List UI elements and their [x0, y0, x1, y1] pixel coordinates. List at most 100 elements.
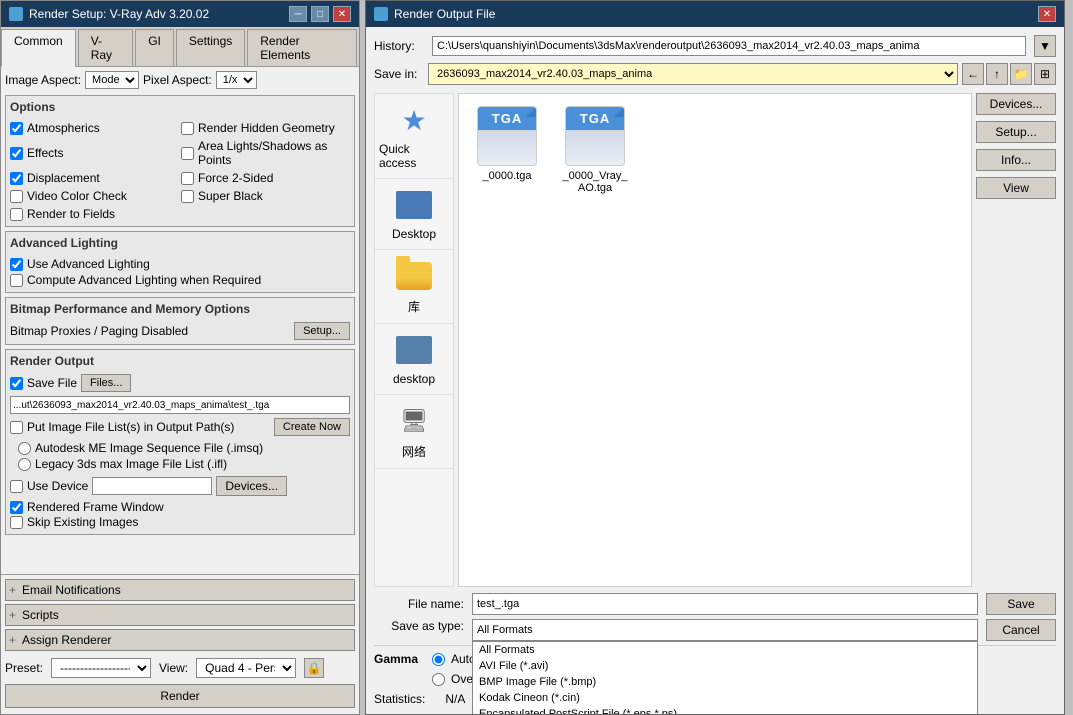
filename-input[interactable] — [472, 593, 978, 615]
use-adv-lighting-label: Use Advanced Lighting — [27, 257, 150, 271]
bitmap-setup-button[interactable]: Setup... — [294, 322, 350, 340]
skip-existing-checkbox[interactable] — [10, 516, 23, 529]
sidebar-desktop2[interactable]: desktop — [375, 324, 453, 395]
effects-label: Effects — [27, 146, 63, 160]
preset-label: Preset: — [5, 661, 43, 675]
tga-header-0: TGA — [478, 107, 536, 130]
dialog-title: Render Output File — [394, 7, 495, 21]
tab-vray[interactable]: V-Ray — [78, 29, 134, 66]
maximize-button[interactable]: □ — [311, 6, 329, 22]
dropdown-cin[interactable]: Kodak Cineon (*.cin) — [473, 690, 977, 706]
file-item-0000tga[interactable]: TGA _0000.tga — [467, 102, 547, 198]
setup-action-btn[interactable]: Setup... — [976, 121, 1056, 143]
displacement-checkbox[interactable] — [10, 172, 23, 185]
save-file-row: Save File Files... — [10, 374, 350, 392]
create-now-button[interactable]: Create Now — [274, 418, 350, 436]
history-nav-btn[interactable]: ▼ — [1034, 35, 1056, 57]
dropdown-avi[interactable]: AVI File (*.avi) — [473, 658, 977, 674]
scripts-button[interactable]: + Scripts — [5, 604, 355, 626]
rendered-frame-checkbox[interactable] — [10, 501, 23, 514]
image-aspect-combo[interactable]: Mode — [85, 71, 139, 89]
bitmap-section: Bitmap Performance and Memory Options Bi… — [5, 297, 355, 345]
tab-common[interactable]: Common — [1, 29, 76, 67]
file-main-area[interactable]: TGA _0000.tga TGA _0000_Vray_AO.tga — [458, 93, 972, 587]
render-hidden-checkbox[interactable] — [181, 122, 194, 135]
minimize-button[interactable]: ─ — [289, 6, 307, 22]
render-output-title: Render Output — [10, 354, 350, 368]
tga-body-0 — [478, 130, 536, 165]
library-icon — [394, 258, 434, 294]
render-fields-label: Render to Fields — [27, 207, 115, 221]
savetype-combo[interactable]: All Formats — [472, 619, 978, 641]
compute-adv-lighting-checkbox[interactable] — [10, 274, 23, 287]
force-2sided-checkbox[interactable] — [181, 172, 194, 185]
desktop2-label: desktop — [393, 372, 435, 386]
view-btn[interactable]: ⊞ — [1034, 63, 1056, 85]
cancel-button[interactable]: Cancel — [986, 619, 1056, 641]
dropdown-bmp[interactable]: BMP Image File (*.bmp) — [473, 674, 977, 690]
savetype-dropdown[interactable]: All Formats AVI File (*.avi) BMP Image F… — [472, 641, 978, 714]
super-black-checkbox[interactable] — [181, 190, 194, 203]
new-folder-btn[interactable]: 📁 — [1010, 63, 1032, 85]
file-browser: ★ Quick access Desktop 库 — [374, 93, 1056, 587]
render-button[interactable]: Render — [5, 684, 355, 708]
assign-renderer-button[interactable]: + Assign Renderer — [5, 629, 355, 651]
dialog-close-button[interactable]: ✕ — [1038, 6, 1056, 22]
render-fields-checkbox[interactable] — [10, 208, 23, 221]
tab-render-elements[interactable]: Render Elements — [247, 29, 357, 66]
file-path-input[interactable] — [10, 396, 350, 414]
tga-icon-1: TGA — [565, 106, 625, 166]
view-action-btn[interactable]: View — [976, 177, 1056, 199]
save-file-checkbox[interactable] — [10, 377, 23, 390]
device-input[interactable] — [92, 477, 212, 495]
preset-combo[interactable]: -------------------- — [51, 658, 151, 678]
scroll-area[interactable]: Image Aspect: Mode Pixel Aspect: 1/x Opt… — [1, 67, 359, 574]
sidebar-library[interactable]: 库 — [375, 250, 453, 324]
dropdown-all-formats[interactable]: All Formats — [473, 642, 977, 658]
tab-gi[interactable]: GI — [135, 29, 174, 66]
info-action-btn[interactable]: Info... — [976, 149, 1056, 171]
sidebar-desktop[interactable]: Desktop — [375, 179, 453, 250]
files-button[interactable]: Files... — [81, 374, 131, 392]
area-lights-checkbox[interactable] — [181, 147, 194, 160]
radio-ifl[interactable] — [18, 458, 31, 471]
radio-imsq[interactable] — [18, 442, 31, 455]
tab-settings[interactable]: Settings — [176, 29, 245, 66]
history-input[interactable] — [432, 36, 1026, 56]
back-btn[interactable]: ← — [962, 63, 984, 85]
lock-icon-button[interactable]: 🔒 — [304, 658, 324, 678]
render-output-section: Render Output Save File Files... Put Ima… — [5, 349, 355, 535]
area-lights-label: Area Lights/Shadows as Points — [198, 139, 350, 167]
rendered-frame-row: Rendered Frame Window — [10, 500, 350, 514]
save-button[interactable]: Save — [986, 593, 1056, 615]
savetype-row: Save as type: All Formats All Formats AV… — [374, 619, 1056, 641]
view-label: View: — [159, 661, 188, 675]
use-adv-lighting-checkbox[interactable] — [10, 258, 23, 271]
gamma-automatic-radio[interactable] — [432, 653, 445, 666]
devices-action-btn[interactable]: Devices... — [976, 93, 1056, 115]
bitmap-title: Bitmap Performance and Memory Options — [10, 302, 350, 316]
sidebar-quick-access[interactable]: ★ Quick access — [375, 94, 453, 179]
scripts-label: Scripts — [22, 608, 59, 622]
sidebar-network[interactable]: 🖥 网络 — [375, 395, 453, 469]
devices-button[interactable]: Devices... — [216, 476, 287, 496]
save-in-combo[interactable]: 2636093_max2014_vr2.40.03_maps_anima — [428, 63, 958, 85]
put-image-checkbox[interactable] — [10, 421, 23, 434]
video-color-checkbox[interactable] — [10, 190, 23, 203]
gamma-override-radio[interactable] — [432, 673, 445, 686]
use-device-checkbox[interactable] — [10, 480, 23, 493]
dropdown-eps[interactable]: Encapsulated PostScript File (*.eps,*.ps… — [473, 706, 977, 714]
pixel-aspect-combo[interactable]: 1/x — [216, 71, 257, 89]
nav-icons-savein: ← ↑ 📁 ⊞ — [962, 63, 1056, 85]
atmospherics-checkbox[interactable] — [10, 122, 23, 135]
up-btn[interactable]: ↑ — [986, 63, 1008, 85]
email-notifications-button[interactable]: + Email Notifications — [5, 579, 355, 601]
close-button[interactable]: ✕ — [333, 6, 351, 22]
effects-checkbox[interactable] — [10, 147, 23, 160]
view-combo[interactable]: Quad 4 - Perspe — [196, 658, 296, 678]
file-path-row — [10, 396, 350, 414]
radio1-label: Autodesk ME Image Sequence File (.imsq) — [35, 441, 263, 455]
file-item-0000vrayao[interactable]: TGA _0000_Vray_AO.tga — [555, 102, 635, 198]
statistics-label: Statistics: — [374, 692, 425, 706]
network-shape: 🖥 — [400, 408, 428, 434]
